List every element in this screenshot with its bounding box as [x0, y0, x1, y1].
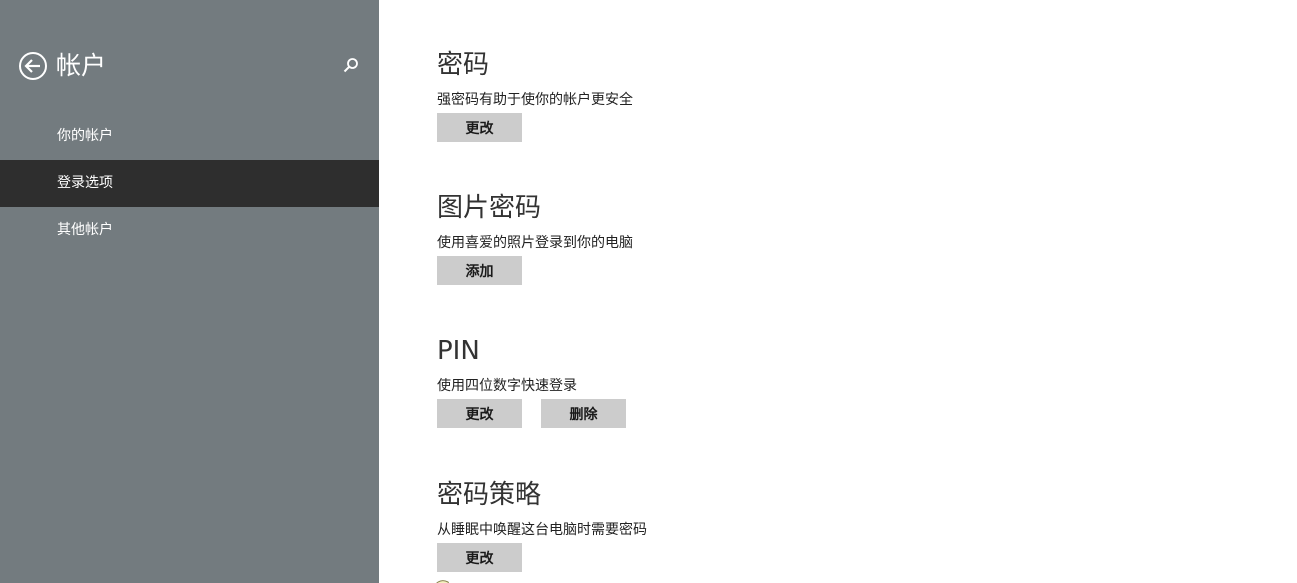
pin-section: PIN 使用四位数字快速登录 更改 删除 — [437, 334, 626, 428]
change-password-button[interactable]: 更改 — [437, 113, 522, 142]
section-title: PIN — [437, 336, 480, 366]
section-description: 使用喜爱的照片登录到你的电脑 — [437, 235, 633, 251]
mouse-cursor-icon — [432, 575, 452, 583]
section-title: 密码策略 — [437, 480, 542, 510]
main-content: 密码 强密码有助于使你的帐户更安全 更改 图片密码 使用喜爱的照片登录到你的电脑… — [437, 0, 1257, 583]
add-picture-password-button[interactable]: 添加 — [437, 256, 522, 285]
sidebar-item-label: 其他帐户 — [57, 222, 113, 238]
picture-password-section: 图片密码 使用喜爱的照片登录到你的电脑 添加 — [437, 191, 633, 285]
sidebar-item-label: 登录选项 — [57, 175, 113, 191]
password-section: 密码 强密码有助于使你的帐户更安全 更改 — [437, 48, 633, 142]
sidebar-item-sign-in-options[interactable]: 登录选项 — [0, 160, 379, 207]
sidebar-item-other-accounts[interactable]: 其他帐户 — [0, 207, 379, 254]
settings-window: 帐户 你的帐户 登录选项 其他帐户 密码 强密码有助于使你的帐户更安全 更改 图… — [0, 0, 1297, 583]
page-title: 帐户 — [56, 51, 107, 80]
section-description: 强密码有助于使你的帐户更安全 — [437, 92, 633, 108]
section-description: 使用四位数字快速登录 — [437, 378, 577, 394]
section-title: 图片密码 — [437, 193, 542, 223]
change-password-policy-button[interactable]: 更改 — [437, 543, 522, 572]
section-title: 密码 — [437, 50, 490, 80]
section-description: 从睡眠中唤醒这台电脑时需要密码 — [437, 522, 647, 538]
sidebar: 帐户 你的帐户 登录选项 其他帐户 — [0, 0, 379, 583]
search-icon[interactable] — [342, 57, 360, 75]
remove-pin-button[interactable]: 删除 — [541, 399, 626, 428]
back-arrow-circle-icon[interactable] — [18, 51, 48, 81]
sidebar-item-label: 你的帐户 — [57, 128, 113, 144]
sidebar-nav: 你的帐户 登录选项 其他帐户 — [0, 113, 379, 254]
change-pin-button[interactable]: 更改 — [437, 399, 522, 428]
sidebar-header: 帐户 — [18, 48, 106, 84]
sidebar-item-your-account[interactable]: 你的帐户 — [0, 113, 379, 160]
password-policy-section: 密码策略 从睡眠中唤醒这台电脑时需要密码 更改 — [437, 478, 647, 572]
